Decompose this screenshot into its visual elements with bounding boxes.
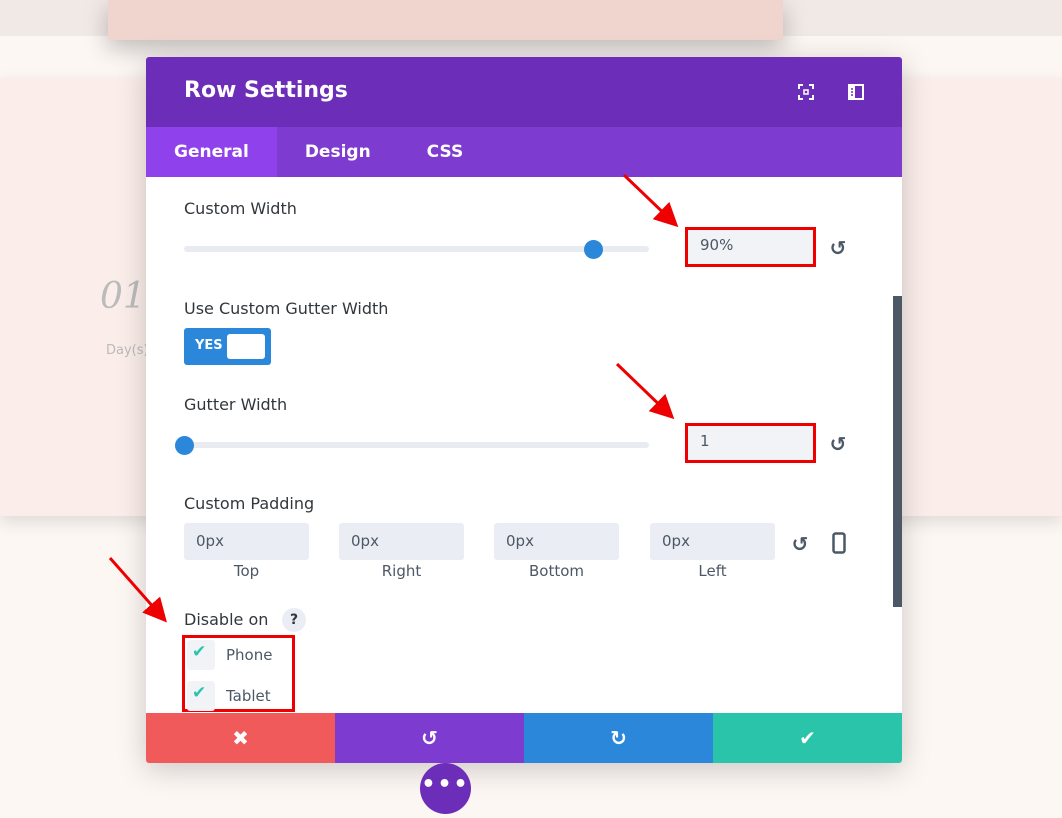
arrow — [108, 557, 167, 623]
more-options-button[interactable]: ••• — [420, 763, 471, 814]
annotation-arrows — [108, 173, 679, 623]
arrow — [615, 362, 675, 420]
arrow — [622, 173, 679, 228]
